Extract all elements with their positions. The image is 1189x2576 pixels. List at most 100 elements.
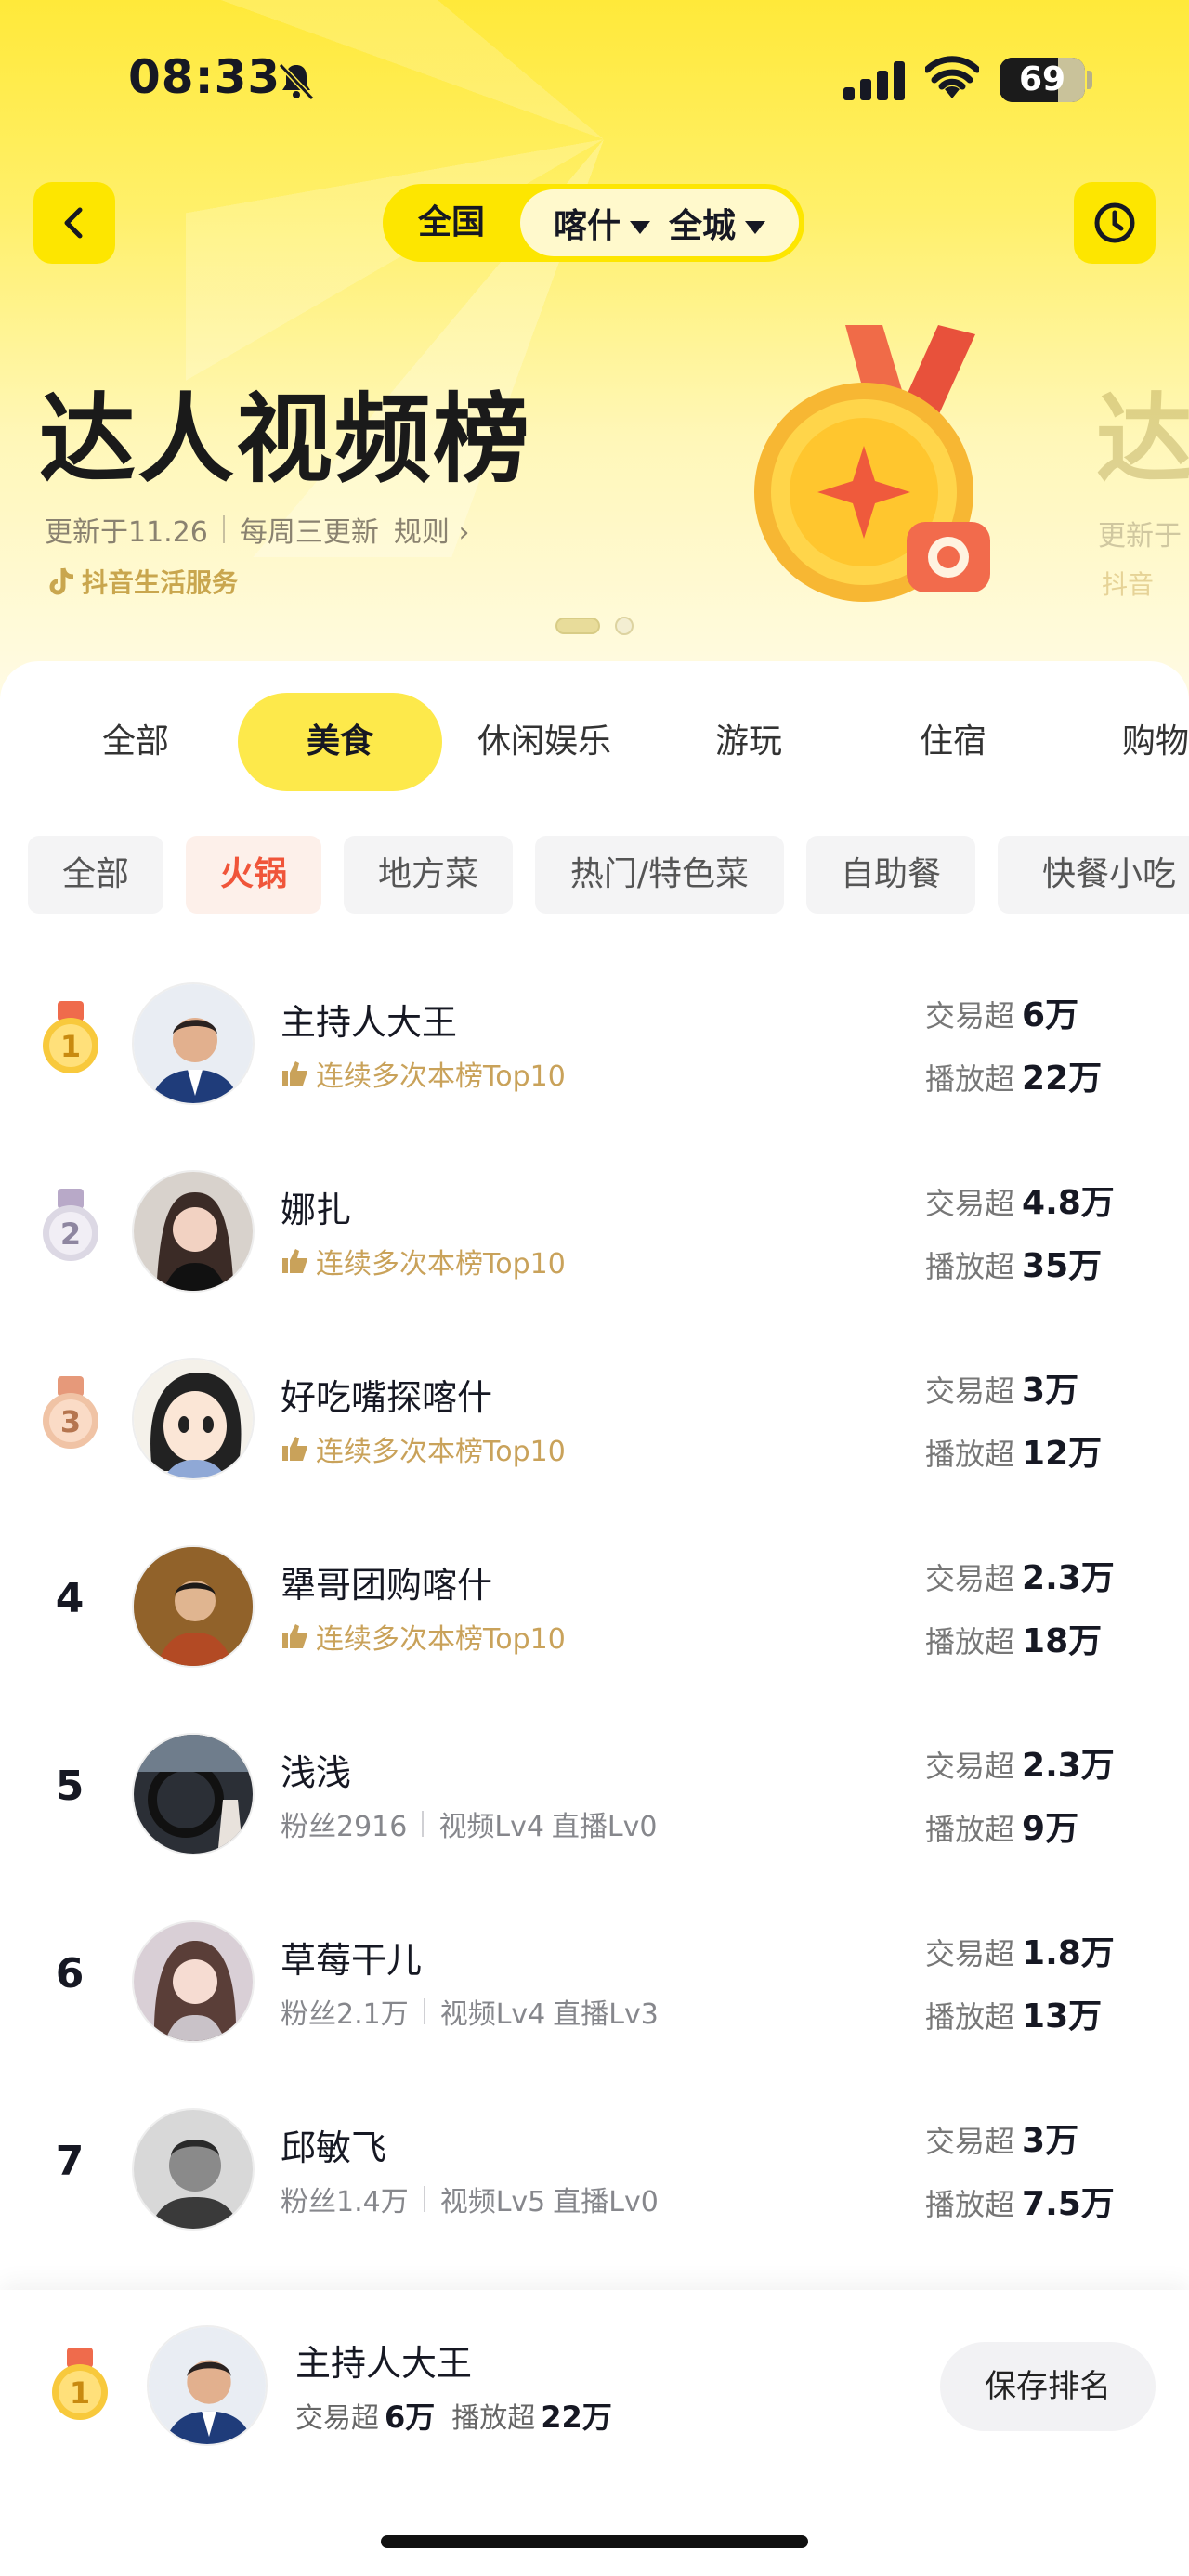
avatar-image [134, 1547, 253, 1666]
live-level: 直播Lv0 [551, 1811, 658, 1843]
tab-leisure[interactable]: 休闲娱乐 [442, 693, 647, 791]
rank-number: 6 [55, 1950, 85, 1997]
gold-medal-icon: 1 [52, 2348, 108, 2420]
gold-medal-icon: 1 [43, 1001, 98, 1073]
my-rank-bar: 1 主持人大王 交易超 6万 播放超 22万 保存排名 [0, 2290, 1189, 2576]
list-item[interactable]: 1 主持人大王 连续多次本榜Top10 交易超 6万 播放超 22万 [0, 962, 1189, 1150]
deal-value: 2.3万 [1022, 1747, 1115, 1785]
back-button[interactable] [33, 182, 115, 264]
category-tabs: 全部 美食 休闲娱乐 游玩 住宿 购物 [0, 693, 1189, 793]
update-date: 更新于11.26 [45, 516, 208, 549]
rules-label: 规则 [393, 516, 450, 549]
district-dropdown[interactable]: 全城 [669, 199, 766, 247]
honor-badge: 连续多次本榜Top10 [281, 1428, 566, 1469]
signal-icon [843, 61, 905, 100]
avatar-image [134, 1735, 253, 1854]
tab-play[interactable]: 游玩 [647, 693, 851, 791]
honor-badge: 连续多次本榜Top10 [281, 1616, 566, 1657]
play-value: 9万 [1022, 1810, 1079, 1848]
deal-label: 交易超 [925, 998, 1015, 1034]
play-label: 播放超 [925, 1999, 1015, 2035]
creator-name: 浅浅 [281, 1752, 352, 1793]
chevron-left-icon [64, 207, 83, 239]
deal-label: 交易超 [925, 1749, 1015, 1784]
carousel-dot-active[interactable] [555, 618, 600, 634]
next-banner-meta: 更新于 [1098, 520, 1182, 553]
deal-label: 交易超 [295, 2402, 379, 2435]
avatar[interactable] [132, 1920, 255, 2043]
history-button[interactable] [1074, 182, 1156, 264]
avatar[interactable] [132, 1733, 255, 1855]
deal-value: 3万 [1022, 2122, 1079, 2160]
subtab-hot-dishes[interactable]: 热门/特色菜 [535, 836, 784, 914]
list-item[interactable]: 4 犟哥团购喀什 连续多次本榜Top10 交易超 2.3万 播放超 18万 [0, 1525, 1189, 1712]
creator-name: 犟哥团购喀什 [281, 1565, 493, 1606]
bronze-medal-icon: 3 [43, 1376, 98, 1449]
creator-stats: 粉丝1.4万 视频Lv5 直播Lv0 [281, 2179, 659, 2219]
list-item[interactable]: 5 浅浅 粉丝2916 视频Lv4 直播Lv0 交易超 2.3万 播放超 9万 [0, 1712, 1189, 1900]
avatar[interactable] [132, 2108, 255, 2231]
creator-name: 草莓干儿 [281, 1940, 423, 1981]
deal-metric: 交易超 2.3万 [925, 1551, 1115, 1599]
deal-metric: 交易超 2.3万 [925, 1738, 1115, 1787]
creator-name: 主持人大王 [281, 1002, 458, 1043]
carousel-dots [555, 617, 634, 635]
avatar-image [134, 2110, 253, 2229]
avatar[interactable] [132, 1170, 255, 1293]
deal-label: 交易超 [925, 2124, 1015, 2159]
brand-label: 抖音生活服务 [48, 563, 238, 600]
tab-shopping[interactable]: 购物 [1055, 693, 1189, 791]
deal-value: 6万 [385, 2400, 436, 2435]
tab-food[interactable]: 美食 [238, 693, 442, 791]
avatar-image [134, 1172, 253, 1291]
play-metric: 播放超 18万 [925, 1614, 1102, 1662]
bell-off-icon [278, 62, 315, 101]
deal-label: 交易超 [925, 1561, 1015, 1596]
play-label: 播放超 [925, 1061, 1015, 1097]
home-indicator[interactable] [381, 2535, 808, 2548]
divider [422, 1811, 425, 1837]
region-nation-tab[interactable]: 全国 [383, 184, 520, 262]
save-rank-button[interactable]: 保存排名 [940, 2342, 1156, 2431]
subtab-buffet[interactable]: 自助餐 [806, 836, 975, 914]
divider [423, 2186, 425, 2212]
avatar[interactable] [132, 1545, 255, 1668]
douyin-logo-icon [49, 567, 74, 595]
city-dropdown[interactable]: 喀什 [554, 199, 650, 247]
region-city-selector[interactable]: 喀什 全城 [520, 189, 799, 256]
list-item[interactable]: 7 邱敏飞 粉丝1.4万 视频Lv5 直播Lv0 交易超 3万 播放超 7.5万 [0, 2088, 1189, 2275]
play-value: 22万 [1022, 1060, 1103, 1098]
tab-hotel[interactable]: 住宿 [851, 693, 1055, 791]
rank-3-label: 3 [60, 1404, 81, 1439]
subtab-hotpot[interactable]: 火锅 [186, 836, 321, 914]
list-item[interactable]: 6 草莓干儿 粉丝2.1万 视频Lv4 直播Lv3 交易超 1.8万 播放超 13万 [0, 1900, 1189, 2088]
list-item[interactable]: 3 好吃嘴探喀什 连续多次本榜Top10 交易超 3万 播放超 12万 [0, 1337, 1189, 1525]
avatar-image [134, 1922, 253, 2041]
rules-link[interactable]: 规则 › [394, 509, 470, 550]
brand-text: 抖音生活服务 [82, 567, 239, 598]
creator-name: 娜扎 [281, 1190, 352, 1230]
list-item[interactable]: 2 娜扎 连续多次本榜Top10 交易超 4.8万 播放超 35万 [0, 1150, 1189, 1337]
deal-label: 交易超 [925, 1186, 1015, 1221]
my-name: 主持人大王 [295, 2343, 473, 2384]
subtab-snacks[interactable]: 快餐小吃 [998, 836, 1189, 914]
honor-text: 连续多次本榜Top10 [316, 1623, 566, 1656]
honor-text: 连续多次本榜Top10 [316, 1248, 566, 1281]
subtab-local[interactable]: 地方菜 [344, 836, 513, 914]
my-rank-label: 1 [70, 2375, 90, 2411]
avatar[interactable] [147, 2325, 268, 2446]
avatar[interactable] [132, 982, 255, 1105]
deal-value: 3万 [1022, 1372, 1079, 1410]
subtab-all[interactable]: 全部 [28, 836, 163, 914]
thumbs-up-icon [282, 1249, 307, 1273]
play-label: 播放超 [925, 2187, 1015, 2222]
thumbs-up-icon [282, 1061, 307, 1086]
carousel-dot[interactable] [615, 617, 634, 635]
avatar-image [134, 1360, 253, 1478]
status-time: 08:33 [128, 50, 281, 104]
tab-all[interactable]: 全部 [33, 693, 238, 791]
thumbs-up-icon [282, 1437, 307, 1461]
avatar[interactable] [132, 1358, 255, 1480]
district-label: 全城 [669, 207, 737, 245]
live-level: 直播Lv3 [553, 1998, 659, 2031]
